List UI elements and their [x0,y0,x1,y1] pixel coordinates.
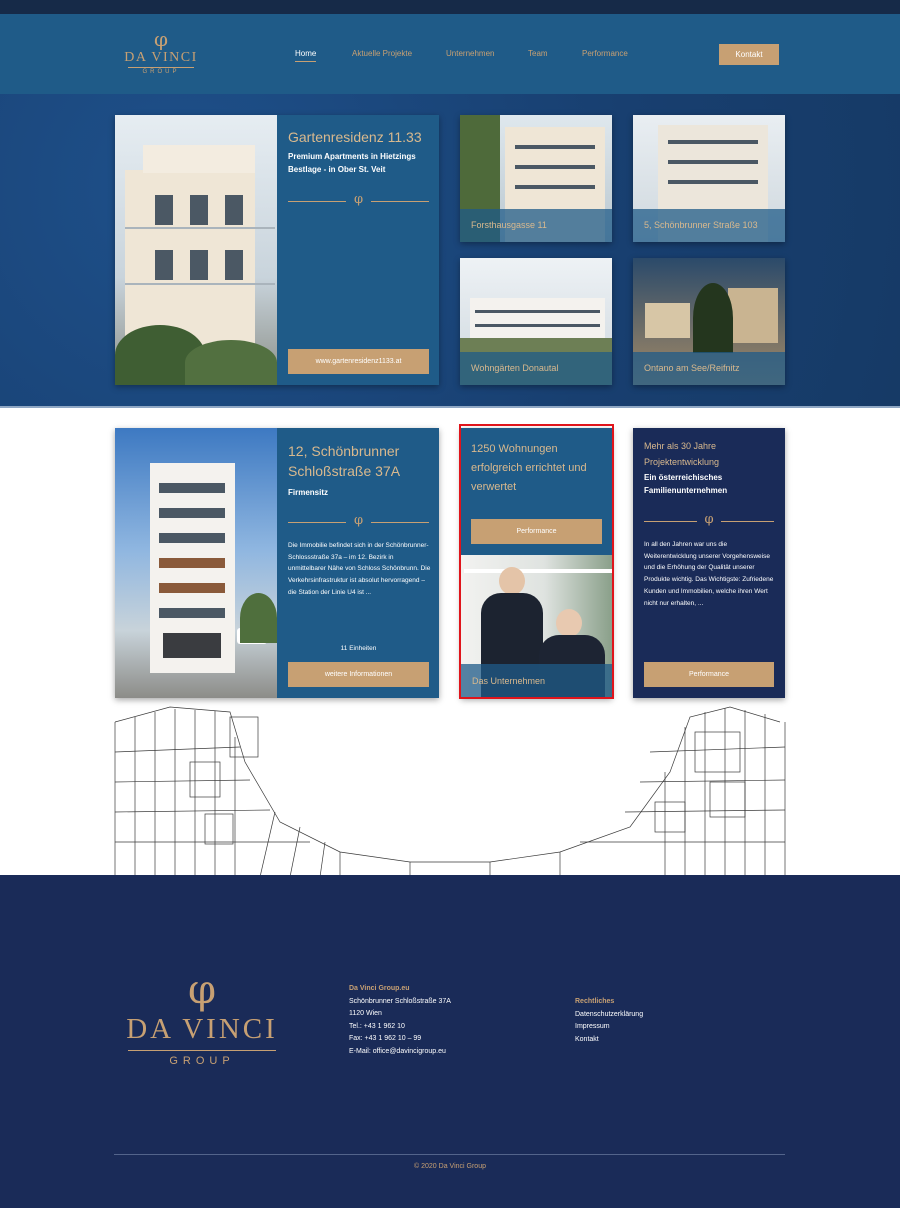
copyright: © 2020 Da Vinci Group [414,1163,486,1170]
hero-bottom-line [0,406,900,408]
history-subtitle: Ein österreichisches Familienunternehmen [644,473,728,495]
project-thumb-schoenbrunner-103[interactable]: 5, Schönbrunner Straße 103 [633,115,785,242]
featured-project-image [115,115,277,385]
office-units: 11 Einheiten [340,645,377,652]
site-header: φ DA VINCI GROUP Home Aktuelle Projekte … [0,14,900,94]
company-label: Das Unternehmen [461,664,612,698]
footer-logo-group: GROUP [128,1050,276,1067]
footer-divider [114,1154,785,1155]
history-divider: φ [644,512,774,528]
footer-legal: Rechtliches Datenschutzerklärung Impress… [575,996,695,1046]
history-performance-button[interactable]: Performance [644,662,774,687]
nav-aktuelle-projekte[interactable]: Aktuelle Projekte [352,49,412,58]
stats-title: 1250 Wohnungen erfolgreich errichtet und… [471,443,587,493]
phi-divider-icon: φ [353,513,364,528]
phi-divider-icon: φ [353,192,364,207]
office-title: 12, Schönbrunner Schloßstraße 37A [288,443,401,479]
footer-fax: Fax: +43 1 962 10 – 99 [349,1035,422,1042]
office-divider: φ [288,513,429,529]
office-description: Die Immobilie befindet sich in der Schön… [288,542,431,596]
stats-performance-button[interactable]: Performance [471,519,602,544]
footer-city: 1120 Wien [349,1010,382,1017]
project-thumb-wohngaerten[interactable]: Wohngärten Donautal [460,258,612,385]
office-more-info-button[interactable]: weitere Informationen [288,662,429,687]
header-logo[interactable]: φ DA VINCI GROUP [118,28,204,75]
featured-divider: φ [288,192,429,208]
project-thumb-ontano[interactable]: Ontano am See/Reifnitz [633,258,785,385]
stats-card[interactable]: 1250 Wohnungen erfolgreich errichtet und… [461,428,612,698]
footer-address: Da Vinci Group.eu Schönbrunner Schloßstr… [349,983,509,1058]
office-building-image [115,428,277,698]
history-card[interactable]: Mehr als 30 Jahre Projektentwicklung Ein… [633,428,785,698]
history-title: Mehr als 30 Jahre Projektentwicklung [644,441,720,467]
history-description: In all den Jahren war uns die Weiterentw… [644,541,774,607]
nav-unternehmen[interactable]: Unternehmen [446,49,494,58]
project-label: Wohngärten Donautal [460,352,612,385]
footer-link-contact[interactable]: Kontakt [575,1034,695,1047]
project-thumb-forsthausgasse[interactable]: Forsthausgasse 11 [460,115,612,242]
footer-link-privacy[interactable]: Datenschutzerklärung [575,1009,695,1022]
project-label: 5, Schönbrunner Straße 103 [633,209,785,242]
footer-street: Schönbrunner Schloßstraße 37A [349,997,451,1005]
top-strip [0,0,900,14]
architecture-sketch [114,706,786,877]
footer-email[interactable]: E-Mail: office@davincigroup.eu [349,1046,509,1059]
footer-legal-heading: Rechtliches [575,998,615,1005]
project-label: Ontano am See/Reifnitz [633,352,785,385]
phi-logo-icon: φ [187,967,216,1013]
footer-address-heading: Da Vinci Group.eu [349,985,410,992]
logo-name: DA VINCI [124,50,198,65]
featured-project-card[interactable]: Gartenresidenz 11.33 Premium Apartments … [115,115,439,385]
featured-website-button[interactable]: www.gartenresidenz1133.at [288,349,429,374]
featured-subtitle: Premium Apartments in Hietzings Bestlage… [288,152,416,174]
nav-performance[interactable]: Performance [582,49,628,58]
featured-title: Gartenresidenz 11.33 [288,129,422,145]
footer-logo[interactable]: φ DA VINCI GROUP [122,968,282,1067]
contact-button[interactable]: Kontakt [719,44,779,65]
logo-group: GROUP [128,67,194,75]
phi-logo-icon: φ [153,27,168,51]
footer-link-imprint[interactable]: Impressum [575,1021,695,1034]
footer-logo-name: DA VINCI [126,1013,278,1045]
office-subtitle: Firmensitz [288,488,329,497]
phi-divider-icon: φ [704,512,714,527]
nav-home[interactable]: Home [295,49,317,62]
office-card[interactable]: 12, Schönbrunner Schloßstraße 37A Firmen… [115,428,439,698]
nav-team[interactable]: Team [528,49,548,58]
footer-phone: Tel.: +43 1 962 10 [349,1022,405,1030]
project-label: Forsthausgasse 11 [460,209,612,242]
